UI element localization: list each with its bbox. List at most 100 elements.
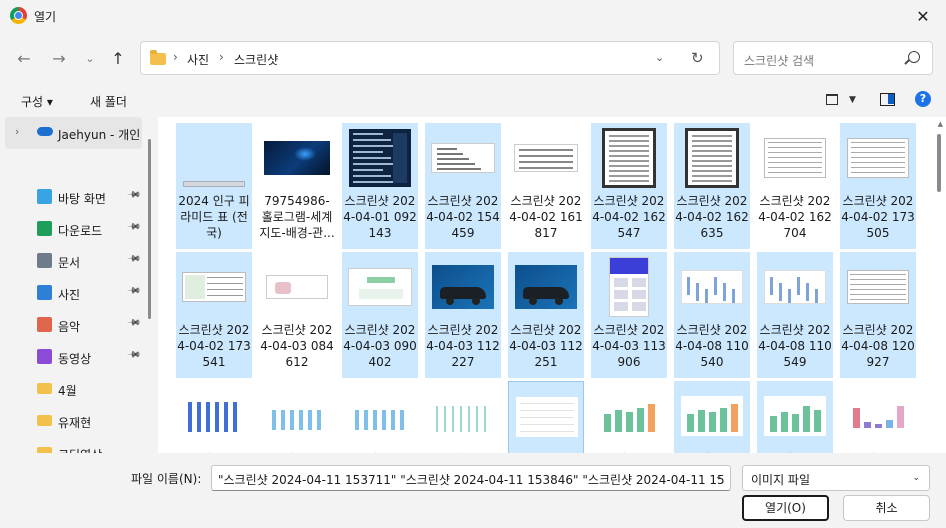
sidebar-item-2[interactable]: 문서 📌: [0, 245, 150, 277]
sidebar-item-1[interactable]: 다운로드 📌: [0, 213, 150, 245]
new-folder-button[interactable]: 새 폴더: [90, 93, 127, 110]
organize-menu[interactable]: 구성 ▾: [21, 93, 53, 110]
file-item[interactable]: 스크린샷 2024-04-03 112251: [508, 252, 584, 378]
file-item[interactable]: 스크린샷 2024-04-08 120927: [840, 252, 916, 378]
sidebar-item-8[interactable]: 코딩영상: [0, 437, 150, 453]
file-name: 스크린샷 2024-04-08 110540: [675, 323, 749, 369]
sidebar-item-onedrive[interactable]: › Jaehyun - 개인: [0, 117, 150, 149]
file-thumbnail: [762, 127, 828, 189]
sidebar-item-label: 바탕 화면: [58, 192, 106, 206]
sidebar-item-7[interactable]: 유재현: [0, 405, 150, 437]
up-button[interactable]: ↑: [106, 46, 130, 70]
file-item[interactable]: 스크린샷 2024-04-1: [757, 381, 833, 453]
pin-icon: 📌: [126, 251, 142, 267]
file-thumbnail: [264, 385, 330, 447]
open-button[interactable]: 열기(O): [742, 495, 829, 521]
file-item[interactable]: 스크린샷 2024-04-08 110549: [757, 252, 833, 378]
file-item[interactable]: 스크린샷 2024-04-1: [425, 381, 501, 453]
sidebar-item-label: 음악: [58, 320, 81, 334]
pin-icon: 📌: [126, 187, 142, 203]
close-button[interactable]: ✕: [900, 0, 946, 32]
download-icon: [37, 221, 52, 236]
file-item[interactable]: 스크린샷 2024-04-02 162547: [591, 123, 667, 249]
refresh-icon[interactable]: ↻: [691, 49, 704, 67]
file-item[interactable]: 스크린샷 2024-04-03 113906: [591, 252, 667, 378]
file-item[interactable]: 스크린샷 2024-04-1: [840, 381, 916, 453]
dialog-footer: 파일 이름(N): "스크린샷 2024-04-11 153711" "스크린샷…: [0, 453, 946, 528]
file-thumbnail: [762, 256, 828, 318]
pin-icon: 📌: [126, 315, 142, 331]
help-icon[interactable]: ?: [915, 91, 931, 107]
forward-button[interactable]: →: [47, 46, 71, 70]
scroll-up-icon[interactable]: ▲: [938, 120, 943, 128]
file-item[interactable]: 79754986-홀로그램-세계지도-배경-관...: [259, 123, 335, 249]
file-item[interactable]: 스크린샷 2024-04-03 084612: [259, 252, 335, 378]
sidebar-scrollbar[interactable]: [148, 139, 151, 319]
sidebar-item-5[interactable]: 동영상 📌: [0, 341, 150, 373]
file-name: 스크린샷 2024-04-08 110549: [758, 323, 832, 369]
search-box[interactable]: 스크린샷 검색: [733, 41, 933, 75]
chevron-right-icon[interactable]: ›: [15, 125, 19, 138]
sidebar-item-4[interactable]: 음악 📌: [0, 309, 150, 341]
arrow-left-icon: ←: [17, 48, 31, 68]
file-name: 스크린샷 2024-04-01 092143: [343, 194, 417, 240]
breadcrumb-screenshots[interactable]: 스크린샷: [234, 51, 278, 68]
view-options-caret-icon[interactable]: ▼: [849, 95, 856, 105]
file-item[interactable]: 스크린샷 2024-04-1: [591, 381, 667, 453]
filename-input[interactable]: "스크린샷 2024-04-11 153711" "스크린샷 2024-04-1…: [211, 465, 731, 491]
file-item[interactable]: 스크린샷 2024-04-1: [259, 381, 335, 453]
file-item[interactable]: 스크린샷 2024-04-02 173541: [176, 252, 252, 378]
file-thumbnail: [762, 385, 828, 447]
file-item[interactable]: 스크린샷 2024-04-1: [342, 381, 418, 453]
file-item[interactable]: 스크린샷 2024-04-02 162704: [757, 123, 833, 249]
back-button[interactable]: ←: [12, 46, 36, 70]
file-name: 스크린샷 2024-04-02 173505: [841, 194, 915, 240]
file-item[interactable]: 스크린샷 2024-04-03 090402: [342, 252, 418, 378]
file-name: 스크린샷 2024-04-03 084612: [260, 323, 334, 369]
file-item[interactable]: 스크린샷 2024-04-02 161817: [508, 123, 584, 249]
sidebar-item-label: Jaehyun - 개인: [58, 128, 141, 142]
file-thumbnail: [347, 385, 413, 447]
file-item[interactable]: 스크린샷 2024-04-02 162635: [674, 123, 750, 249]
file-item[interactable]: 스크린샷 2024-04-1: [176, 381, 252, 453]
file-item[interactable]: 스크린샷 2024-04-08 110540: [674, 252, 750, 378]
folder-icon: [37, 415, 52, 426]
file-item[interactable]: 스크린샷 2024-04-01 092143: [342, 123, 418, 249]
sidebar-item-3[interactable]: 사진 📌: [0, 277, 150, 309]
breadcrumb-pictures[interactable]: 사진: [187, 51, 209, 68]
file-thumbnail: [596, 385, 662, 447]
sidebar-item-label: 다운로드: [58, 224, 103, 238]
close-icon: ✕: [916, 6, 930, 26]
file-thumbnail: [845, 256, 911, 318]
address-bar[interactable]: › 사진 › 스크린샷 ⌄ ↻: [140, 41, 720, 75]
search-input[interactable]: 스크린샷 검색: [744, 52, 814, 69]
pin-icon: 📌: [126, 283, 142, 299]
file-name: 스크린샷 2024-04-02 161817: [509, 194, 583, 240]
file-type-select[interactable]: 이미지 파일 ⌄: [742, 465, 930, 491]
file-item[interactable]: 스크린샷 2024-04-02 154459: [425, 123, 501, 249]
file-item[interactable]: 스크린샷 2024-04-1: [508, 381, 584, 453]
video-icon: [37, 349, 52, 364]
preview-pane-icon[interactable]: [880, 93, 895, 106]
file-item[interactable]: 스크린샷 2024-04-1: [674, 381, 750, 453]
file-item[interactable]: 2024 인구 피라미드 표 (전국): [176, 123, 252, 249]
file-name: 스크린샷 2024-04-02 162547: [592, 194, 666, 240]
file-item[interactable]: 스크린샷 2024-04-02 173505: [840, 123, 916, 249]
content-scrollbar[interactable]: [937, 134, 941, 192]
file-thumbnail: [513, 256, 579, 318]
cancel-button[interactable]: 취소: [843, 495, 930, 521]
filename-label: 파일 이름(N):: [131, 472, 202, 486]
file-thumbnail: [430, 256, 496, 318]
file-item[interactable]: 스크린샷 2024-04-03 112227: [425, 252, 501, 378]
title-bar: 열기 ✕: [0, 0, 946, 32]
view-mode-icon[interactable]: [826, 94, 838, 105]
address-dropdown-icon[interactable]: ⌄: [655, 51, 664, 64]
filename-dropdown-icon[interactable]: ⌄: [715, 472, 723, 482]
file-thumbnail: [514, 386, 580, 448]
file-thumbnail: [679, 385, 745, 447]
recent-locations-button[interactable]: ⌄: [78, 46, 102, 70]
music-icon: [37, 317, 52, 332]
sidebar-item-6[interactable]: 4월: [0, 373, 150, 405]
folder-icon: [150, 50, 166, 65]
sidebar-item-0[interactable]: 바탕 화면 📌: [0, 181, 150, 213]
